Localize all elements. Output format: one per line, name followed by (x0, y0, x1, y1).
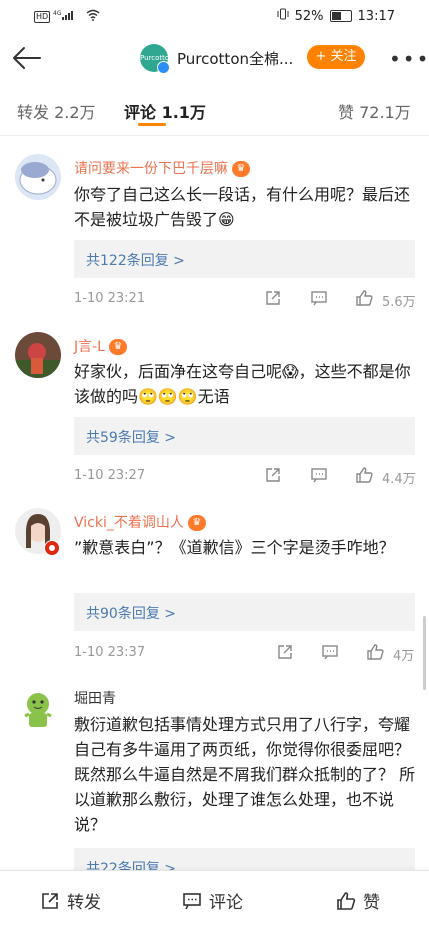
tab-likes[interactable]: 赞 72.1万 (338, 99, 411, 123)
comment-time: 1-10 23:37 (74, 645, 146, 660)
avatar-logo-text: Purcotton (140, 54, 174, 62)
follow-button[interactable]: + 关注 (307, 45, 365, 69)
like-count: 4.4万 (382, 472, 416, 487)
avatar[interactable] (15, 686, 61, 732)
username-text: J言-L (74, 339, 105, 355)
back-arrow-icon[interactable] (10, 42, 42, 74)
battery-icon (329, 10, 352, 22)
replies-link[interactable]: 共59条回复 > (86, 427, 176, 447)
share-icon[interactable] (264, 466, 282, 484)
comment-username[interactable]: 请问要来一份下巴千层嘛 ♛ (74, 158, 250, 178)
comment-meta: 1-10 23:27 4.4万 (74, 466, 416, 487)
replies-link[interactable]: 共90条回复 > (86, 603, 176, 623)
comment-icon (183, 892, 201, 909)
comment-text: 你夸了自己这么长一段话，有什么用呢？最后还不是被垃圾广告毁了😁 (74, 185, 411, 229)
replies-box[interactable]: 共59条回复 > (74, 417, 415, 455)
comment-username[interactable]: Vicki_不着调山人 ♛ (74, 512, 206, 532)
top-navigation: Purcotton Purcotton全棉... + 关注 ••• (0, 33, 429, 83)
comment-username[interactable]: 堀田青 (74, 688, 116, 708)
member-badge-icon: ♛ (108, 339, 127, 355)
network-type: 4G (53, 10, 62, 17)
active-tab-indicator (138, 123, 166, 126)
reply-icon[interactable] (310, 466, 328, 484)
comment-button[interactable]: 评论 (182, 888, 243, 913)
member-badge-icon: ♛ (187, 515, 206, 531)
status-bar: HD 4G 52% 13:17 (0, 0, 429, 33)
wifi-icon (86, 9, 100, 24)
bottom-action-bar: 转发 评论 赞 (0, 870, 429, 930)
like-count: 5.6万 (382, 295, 416, 310)
comment-username[interactable]: J言-L ♛ (74, 336, 127, 356)
replies-link[interactable]: 共122条回复 > (86, 250, 185, 270)
share-icon[interactable] (264, 289, 282, 307)
username-text: 请问要来一份下巴千层嘛 (74, 161, 228, 177)
hd-indicator: HD (34, 10, 51, 23)
username-text: Vicki_不着调山人 (74, 515, 184, 531)
comment-text: ”歉意表白”？《道歉信》三个字是烫手咋地？ (74, 538, 395, 557)
like-button[interactable]: 赞 (336, 888, 380, 913)
comment-meta: 1-10 23:21 5.6万 (74, 289, 416, 310)
avatar[interactable] (15, 332, 61, 378)
like-count: 4万 (393, 649, 415, 664)
account-avatar[interactable]: Purcotton (140, 44, 174, 74)
comment-text: 好家伙，后面净在这夸自己呢😱，这些不都是你该做的吗🙄🙄🙄无语 (74, 362, 411, 406)
like-label: 赞 (363, 893, 380, 913)
more-options-icon[interactable]: ••• (389, 47, 429, 71)
comment-meta: 1-10 23:37 4万 (74, 643, 416, 664)
thumbs-up-icon (337, 891, 356, 910)
region-flag-icon (44, 540, 60, 556)
username-text: 堀田青 (74, 691, 116, 707)
network-indicators: HD 4G (34, 9, 100, 24)
like-icon[interactable] (355, 289, 373, 307)
vibrate-icon (277, 8, 289, 24)
verified-badge-icon (157, 61, 170, 74)
comment-time: 1-10 23:27 (74, 468, 146, 483)
repost-button[interactable]: 转发 (40, 888, 101, 913)
repost-label: 转发 (67, 893, 101, 913)
account-name[interactable]: Purcotton全棉... (177, 48, 293, 69)
tab-repost[interactable]: 转发 2.2万 (17, 99, 96, 123)
battery-percent: 52% (294, 8, 324, 24)
repost-icon (42, 892, 58, 909)
avatar[interactable] (15, 154, 61, 200)
tab-comments[interactable]: 评论 1.1万 (124, 99, 206, 123)
clock: 13:17 (357, 8, 395, 24)
like-icon[interactable] (355, 466, 373, 484)
comment-text: 敷衍道歉包括事情处理方式只用了八行字，夸耀自己有多牛逼用了两页纸，你觉得你很委屈… (74, 715, 416, 834)
comment-time: 1-10 23:21 (74, 291, 146, 306)
detail-tabs: 转发 2.2万 评论 1.1万 赞 72.1万 (0, 83, 429, 136)
replies-box[interactable]: 共122条回复 > (74, 240, 415, 278)
system-indicators: 52% 13:17 (277, 8, 395, 24)
signal-icon: 4G (53, 9, 83, 24)
share-icon[interactable] (276, 643, 294, 661)
reply-icon[interactable] (321, 643, 339, 661)
member-badge-icon: ♛ (232, 161, 250, 177)
reply-icon[interactable] (310, 289, 328, 307)
like-icon[interactable] (366, 643, 384, 661)
replies-box[interactable]: 共90条回复 > (74, 593, 415, 631)
comment-label: 评论 (209, 893, 243, 913)
scrollbar[interactable] (423, 616, 426, 690)
